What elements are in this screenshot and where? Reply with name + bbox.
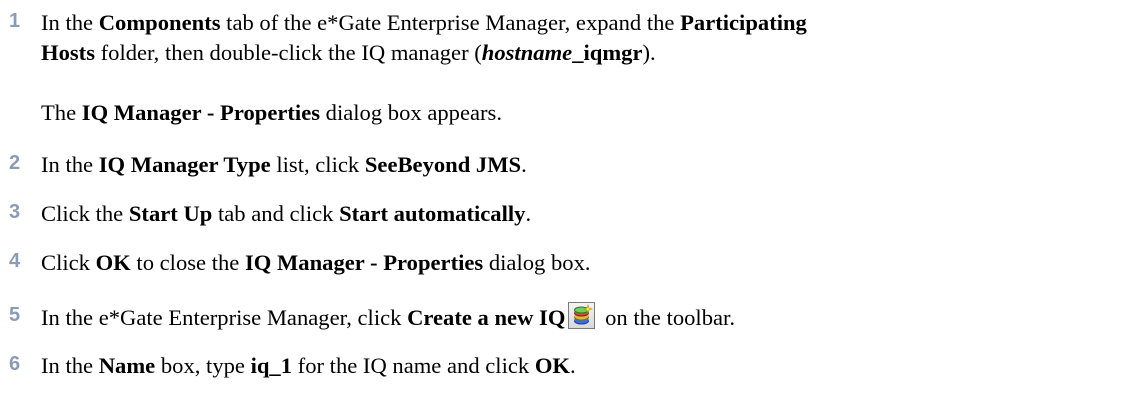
step-number: 6 — [9, 353, 21, 375]
step-number: 4 — [9, 250, 21, 272]
text: on the toolbar. — [599, 305, 735, 330]
placeholder-term: hostname — [481, 40, 573, 65]
text: tab of the e*Gate Enterprise Manager, ex… — [220, 10, 681, 35]
ui-term: Participating — [680, 10, 807, 35]
text: folder, then double-click the IQ manager… — [94, 40, 482, 65]
text: dialog box. — [483, 250, 591, 275]
text: list, click — [270, 152, 365, 177]
text: In the e*Gate Enterprise Manager, click — [41, 305, 408, 330]
step-line: In the Components tab of the e*Gate Ente… — [41, 8, 807, 38]
step-line: Hosts folder, then double-click the IQ m… — [41, 38, 807, 68]
ui-term: OK — [534, 353, 570, 378]
step-number: 1 — [9, 10, 21, 32]
ui-term: IQ Manager Type — [98, 152, 271, 177]
ui-term: _iqmgr — [572, 40, 643, 65]
text: dialog box appears. — [320, 100, 502, 125]
create-new-iq-icon — [568, 302, 596, 329]
step-4: 4 Click OK to close the IQ Manager - Pro… — [0, 248, 1133, 278]
step-1: 1 In the Components tab of the e*Gate En… — [0, 8, 1133, 98]
text: . — [521, 152, 527, 177]
step-text: Click the Start Up tab and click Start a… — [41, 199, 531, 229]
step-2: 2 In the IQ Manager Type list, click See… — [0, 150, 1133, 180]
step-text: In the e*Gate Enterprise Manager, click … — [41, 302, 735, 333]
ui-term: Components — [98, 10, 221, 35]
step-5: 5 In the e*Gate Enterprise Manager, clic… — [0, 302, 1133, 334]
text: . — [525, 201, 532, 226]
text: In the — [41, 10, 99, 35]
text: In the — [41, 353, 99, 378]
step-text: In the IQ Manager Type list, click SeeBe… — [41, 150, 527, 180]
step-3: 3 Click the Start Up tab and click Start… — [0, 199, 1133, 229]
ui-term: IQ Manager - Properties — [81, 100, 321, 125]
ui-term: iq_1 — [250, 353, 293, 378]
ui-term: Start Up — [128, 201, 213, 226]
ui-term: IQ Manager - Properties — [244, 250, 484, 275]
text: ). — [642, 40, 656, 65]
ui-term: Name — [98, 353, 156, 378]
text: In the — [41, 152, 99, 177]
step-text: In the Components tab of the e*Gate Ente… — [41, 8, 807, 68]
text: to close the — [130, 250, 245, 275]
text: for the IQ name and click — [292, 353, 535, 378]
step-6: 6 In the Name box, type iq_1 for the IQ … — [0, 351, 1133, 381]
ui-term: Create a new IQ — [407, 305, 566, 330]
step-1-result: The IQ Manager - Properties dialog box a… — [0, 98, 1133, 128]
step-text: The IQ Manager - Properties dialog box a… — [41, 98, 502, 128]
text: The — [41, 100, 82, 125]
ui-term: Start automatically — [339, 201, 526, 226]
text: box, type — [155, 353, 251, 378]
step-number: 2 — [9, 152, 21, 174]
text: . — [569, 353, 576, 378]
step-text: In the Name box, type iq_1 for the IQ na… — [41, 351, 576, 381]
step-number: 3 — [9, 201, 21, 223]
step-text: Click OK to close the IQ Manager - Prope… — [41, 248, 591, 278]
text: Click — [41, 250, 96, 275]
step-number: 5 — [9, 304, 21, 326]
text: Click the — [41, 201, 129, 226]
ui-term: OK — [95, 250, 131, 275]
text: tab and click — [212, 201, 340, 226]
ui-term: Hosts — [41, 40, 95, 65]
ui-term: SeeBeyond JMS — [364, 152, 522, 177]
